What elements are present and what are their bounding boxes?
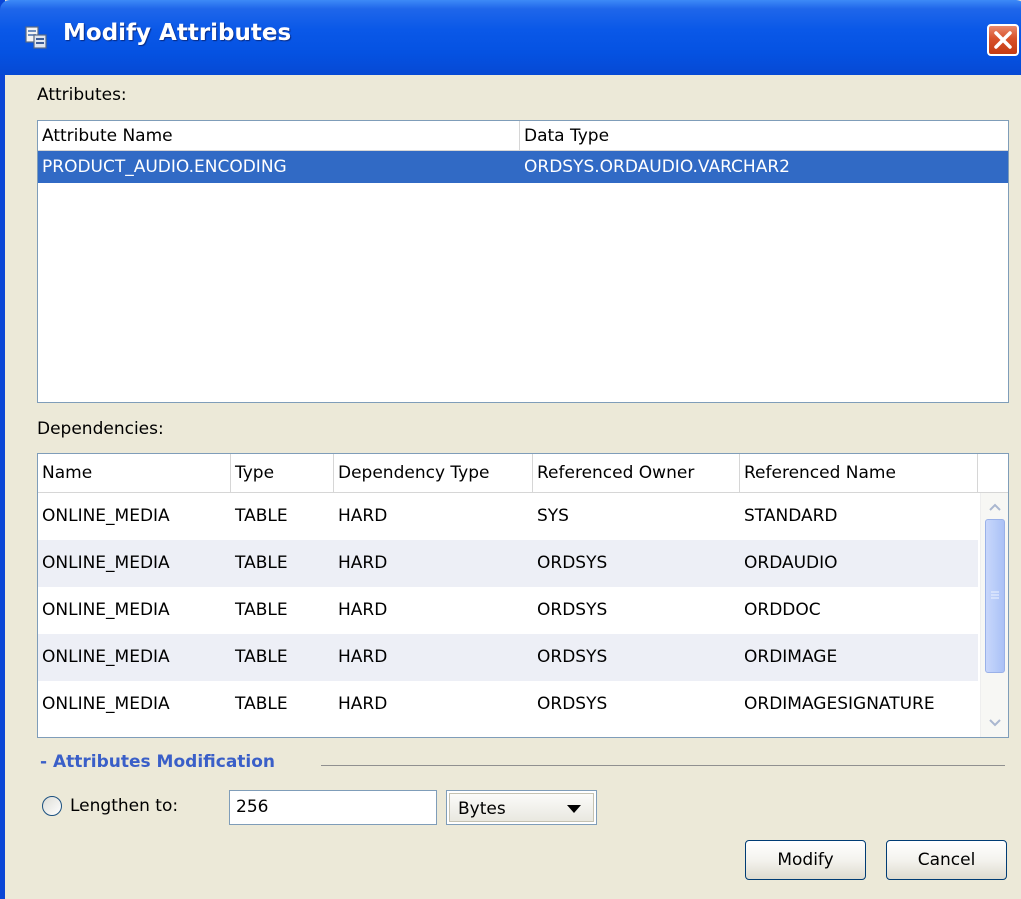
table-cell: TABLE	[235, 553, 288, 573]
table-row[interactable]: ONLINE_MEDIA TABLE HARD ORDSYS ORDAUDIO	[38, 540, 978, 587]
table-cell: ORDAUDIO	[744, 553, 838, 573]
title-bar[interactable]: Modify Attributes	[0, 0, 1021, 75]
column-header-name[interactable]: Name	[38, 454, 231, 493]
scroll-thumb[interactable]	[985, 519, 1005, 673]
attributes-label: Attributes:	[37, 85, 127, 105]
unit-select-value: Bytes	[458, 799, 506, 819]
table-cell: HARD	[338, 553, 388, 573]
cell-data-type: ORDSYS.ORDAUDIO.VARCHAR2	[524, 157, 790, 177]
unit-select[interactable]: Bytes	[446, 790, 597, 825]
table-cell: ONLINE_MEDIA	[42, 600, 170, 620]
table-cell: HARD	[338, 506, 388, 526]
scroll-up-icon[interactable]	[985, 497, 1005, 517]
table-cell: HARD	[338, 647, 388, 667]
table-cell: ORDDOC	[744, 600, 821, 620]
column-header-data-type[interactable]: Data Type	[520, 121, 1008, 151]
column-header-attribute-name[interactable]: Attribute Name	[38, 121, 520, 151]
table-row-selected[interactable]: PRODUCT_AUDIO.ENCODING ORDSYS.ORDAUDIO.V…	[38, 151, 1008, 183]
close-button[interactable]	[987, 24, 1019, 56]
table-cell: TABLE	[235, 694, 288, 714]
chevron-down-icon	[567, 805, 581, 813]
dependencies-table[interactable]: Name Type Dependency Type Referenced Own…	[37, 453, 1009, 738]
window-title: Modify Attributes	[63, 20, 292, 46]
modify-attributes-dialog: Modify Attributes Attributes: Attribute …	[0, 0, 1021, 899]
cancel-button[interactable]: Cancel	[886, 840, 1007, 880]
column-header-referenced-name[interactable]: Referenced Name	[740, 454, 978, 493]
table-cell: TABLE	[235, 647, 288, 667]
table-row[interactable]: ONLINE_MEDIA TABLE HARD ORDSYS ORDIMAGE	[38, 634, 978, 681]
table-row[interactable]: ONLINE_MEDIA TABLE HARD SYS STANDARD	[38, 493, 978, 540]
table-cell: ORDSYS	[537, 694, 608, 714]
unit-select-face: Bytes	[449, 793, 594, 822]
table-cell: ORDSYS	[537, 600, 608, 620]
grip-icon	[991, 591, 999, 599]
table-cell: TABLE	[235, 506, 288, 526]
attributes-table-header: Attribute Name Data Type	[38, 121, 1008, 151]
table-cell: ONLINE_MEDIA	[42, 694, 170, 714]
table-cell: ONLINE_MEDIA	[42, 553, 170, 573]
table-cell: ONLINE_MEDIA	[42, 506, 170, 526]
table-cell: ORDIMAGE	[744, 647, 838, 667]
table-cell: ORDIMAGESIGNATURE	[744, 694, 935, 714]
table-cell: HARD	[338, 694, 388, 714]
table-row[interactable]: ONLINE_MEDIA TABLE HARD ORDSYS ORDDOC	[38, 587, 978, 634]
table-cell: ORDSYS	[537, 553, 608, 573]
column-header-dependency-type[interactable]: Dependency Type	[334, 454, 533, 493]
column-header-type[interactable]: Type	[231, 454, 334, 493]
attributes-modification-title: - Attributes Modification	[40, 752, 276, 772]
column-header-referenced-owner[interactable]: Referenced Owner	[533, 454, 740, 493]
table-cell: ONLINE_MEDIA	[42, 647, 170, 667]
cell-attribute-name: PRODUCT_AUDIO.ENCODING	[42, 157, 287, 177]
app-icon	[25, 26, 47, 49]
scroll-down-icon[interactable]	[985, 713, 1005, 733]
group-divider	[321, 765, 1005, 766]
table-row[interactable]: ONLINE_MEDIA TABLE HARD ORDSYS ORDIMAGESIGNA…	[38, 681, 978, 728]
table-cell: TABLE	[235, 600, 288, 620]
table-cell: HARD	[338, 600, 388, 620]
modify-button[interactable]: Modify	[745, 840, 866, 880]
attributes-table[interactable]: Attribute Name Data Type PRODUCT_AUDIO.E…	[37, 120, 1009, 403]
close-icon	[994, 31, 1012, 49]
dependencies-label: Dependencies:	[37, 419, 164, 439]
table-cell: ORDSYS	[537, 647, 608, 667]
table-cell: SYS	[537, 506, 569, 526]
lengthen-label: Lengthen to:	[70, 796, 179, 816]
lengthen-radio[interactable]	[42, 796, 62, 816]
dialog-content: Attributes: Attribute Name Data Type PRO…	[5, 75, 1021, 899]
dependencies-scrollbar[interactable]	[980, 493, 1008, 737]
table-cell: STANDARD	[744, 506, 838, 526]
dependencies-table-header: Name Type Dependency Type Referenced Own…	[38, 454, 1008, 493]
length-input[interactable]: 256	[229, 790, 437, 825]
